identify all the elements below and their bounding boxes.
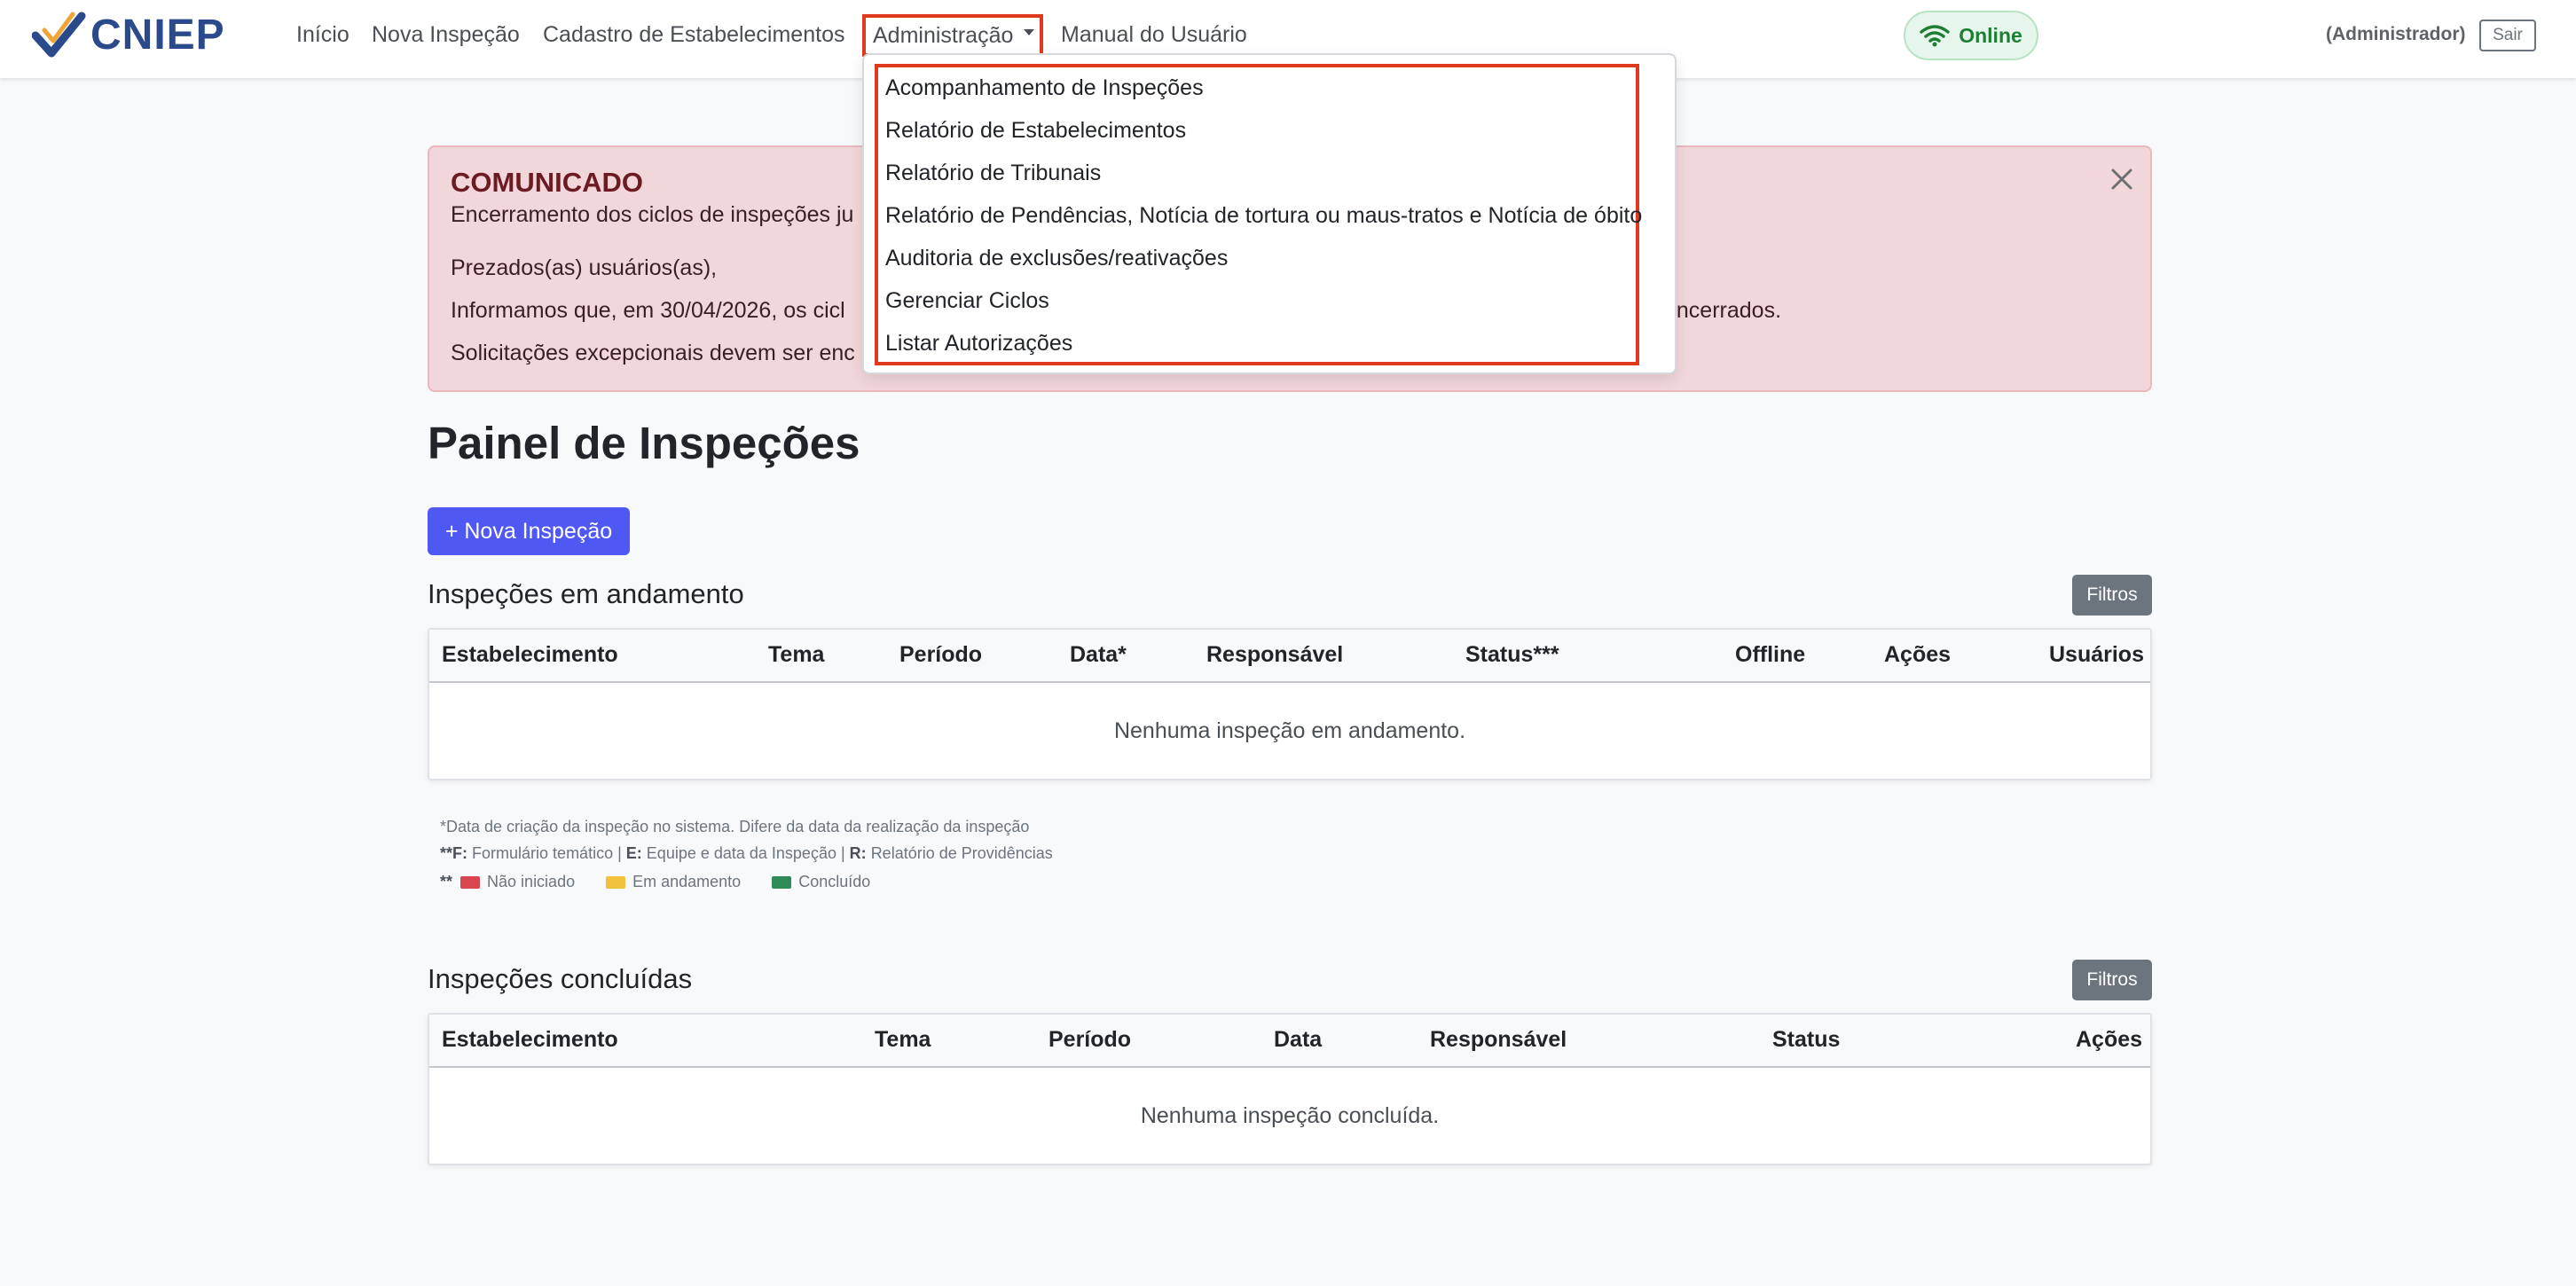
footnote-f-text: Formulário temático | <box>472 844 622 862</box>
legend-item-em-andamento: Em andamento <box>602 873 741 891</box>
completed-inspections-table: Estabelecimento Tema Período Data Respon… <box>428 1013 2152 1165</box>
alert-paragraph-1: Informamos que, em 30/04/2026, os cicl <box>451 298 845 323</box>
menu-item-relatorio-pendencias[interactable]: Relatório de Pendências, Notícia de tort… <box>885 195 1642 236</box>
footnote-status-legend: **F: Formulário temático | E: Equipe e d… <box>440 844 1053 863</box>
footnote-e-key: E: <box>625 844 642 862</box>
column-header-usuarios[interactable]: Usuários <box>2049 642 2144 668</box>
empty-state-message: Nenhuma inspeção em andamento. <box>1113 718 1466 743</box>
column-header-status[interactable]: Status <box>1772 1027 1840 1053</box>
alert-title: COMUNICADO <box>451 167 643 198</box>
legend-swatch-yellow <box>606 876 626 890</box>
column-header-estabelecimento[interactable]: Estabelecimento <box>442 642 618 668</box>
footnote-f-key: F: <box>452 844 468 862</box>
column-header-data[interactable]: Data <box>1274 1027 1322 1053</box>
menu-item-acompanhamento-inspecoes[interactable]: Acompanhamento de Inspeções <box>885 67 1204 108</box>
close-icon[interactable] <box>2106 163 2138 195</box>
empty-state-message: Nenhuma inspeção concluída. <box>1140 1103 1440 1128</box>
nav-admin-label: Administração <box>873 22 1014 48</box>
column-header-acoes[interactable]: Ações <box>1884 642 1951 668</box>
caret-down-icon <box>1024 28 1035 35</box>
column-header-offline[interactable]: Offline <box>1735 642 1805 668</box>
menu-item-relatorio-tribunais[interactable]: Relatório de Tribunais <box>885 153 1101 193</box>
legend-prefix: ** <box>440 873 453 890</box>
legend-label: Em andamento <box>632 873 742 890</box>
legend-label: Não iniciado <box>487 873 576 890</box>
menu-item-auditoria[interactable]: Auditoria de exclusões/reativações <box>885 238 1228 278</box>
column-header-acoes[interactable]: Ações <box>2076 1027 2142 1053</box>
column-header-periodo[interactable]: Período <box>1048 1027 1131 1053</box>
new-inspection-button[interactable]: + Nova Inspeção <box>428 507 630 555</box>
column-header-tema[interactable]: Tema <box>768 642 824 668</box>
legend-swatch-red <box>460 876 481 890</box>
column-header-responsavel[interactable]: Responsável <box>1430 1027 1567 1053</box>
nav-link-manual[interactable]: Manual do Usuário <box>1061 20 1247 50</box>
nav-link-nova-inspecao[interactable]: Nova Inspeção <box>372 20 520 50</box>
wifi-icon <box>1920 25 1950 47</box>
footnote-prefix: ** <box>440 844 453 862</box>
nav-link-cadastro-estabelecimentos[interactable]: Cadastro de Estabelecimentos <box>543 20 844 50</box>
alert-paragraph-1-end: encerrados. <box>1664 298 1782 323</box>
column-header-tema[interactable]: Tema <box>875 1027 931 1053</box>
column-header-data[interactable]: Data* <box>1070 642 1127 668</box>
footnote-r-key: R: <box>849 844 867 862</box>
table-header: Estabelecimento Tema Período Data Respon… <box>429 1015 2150 1068</box>
brand-name: CNIEP <box>90 12 225 59</box>
table-header: Estabelecimento Tema Período Data* Respo… <box>429 630 2150 683</box>
footnote-date: *Data de criação da inspeção no sistema.… <box>440 818 1030 835</box>
cniep-logo-icon <box>32 12 86 58</box>
legend-item-nao-iniciado: Não iniciado <box>457 873 575 891</box>
menu-item-gerenciar-ciclos[interactable]: Gerenciar Ciclos <box>885 280 1049 321</box>
column-header-status[interactable]: Status*** <box>1465 642 1559 668</box>
column-header-estabelecimento[interactable]: Estabelecimento <box>442 1027 618 1053</box>
alert-paragraph-2: Solicitações excepcionais devem ser enc <box>451 341 855 365</box>
legend-item-concluido: Concluído <box>768 873 870 891</box>
nav-dropdown-administracao[interactable]: Administração <box>862 14 1043 57</box>
completed-section-title: Inspeções concluídas <box>428 963 693 994</box>
alert-greeting: Prezados(as) usuários(as), <box>451 255 718 280</box>
ongoing-section-title: Inspeções em andamento <box>428 578 744 609</box>
menu-item-relatorio-estabelecimentos[interactable]: Relatório de Estabelecimentos <box>885 110 1186 151</box>
connection-status-text: Online <box>1959 23 2022 47</box>
column-header-periodo[interactable]: Período <box>899 642 982 668</box>
brand[interactable]: CNIEP <box>32 9 225 62</box>
legend-swatch-green <box>772 876 792 890</box>
column-header-responsavel[interactable]: Responsável <box>1206 642 1343 668</box>
logout-button[interactable]: Sair <box>2479 20 2536 51</box>
ongoing-filter-button[interactable]: Filtros <box>2072 575 2152 616</box>
menu-item-listar-autorizacoes[interactable]: Listar Autorizações <box>885 323 1072 364</box>
ongoing-inspections-table: Estabelecimento Tema Período Data* Respo… <box>428 628 2152 780</box>
status-color-legend: ** Não iniciado Em andamento Concluído <box>440 873 893 891</box>
page-title: Painel de Inspeções <box>428 418 860 468</box>
completed-filter-button[interactable]: Filtros <box>2072 960 2152 1000</box>
footnote-r-text: Relatório de Providências <box>870 844 1053 862</box>
admin-dropdown-menu: Acompanhamento de Inspeções Relatório de… <box>862 53 1677 374</box>
legend-label: Concluído <box>798 873 871 890</box>
nav-link-inicio[interactable]: Início <box>296 20 349 50</box>
connection-status-badge: Online <box>1904 11 2038 60</box>
footnote-e-text: Equipe e data da Inspeção | <box>646 844 845 862</box>
user-role-label: (Administrador) <box>2326 24 2466 44</box>
alert-subtitle: Encerramento dos ciclos de inspeções ju <box>451 202 854 227</box>
